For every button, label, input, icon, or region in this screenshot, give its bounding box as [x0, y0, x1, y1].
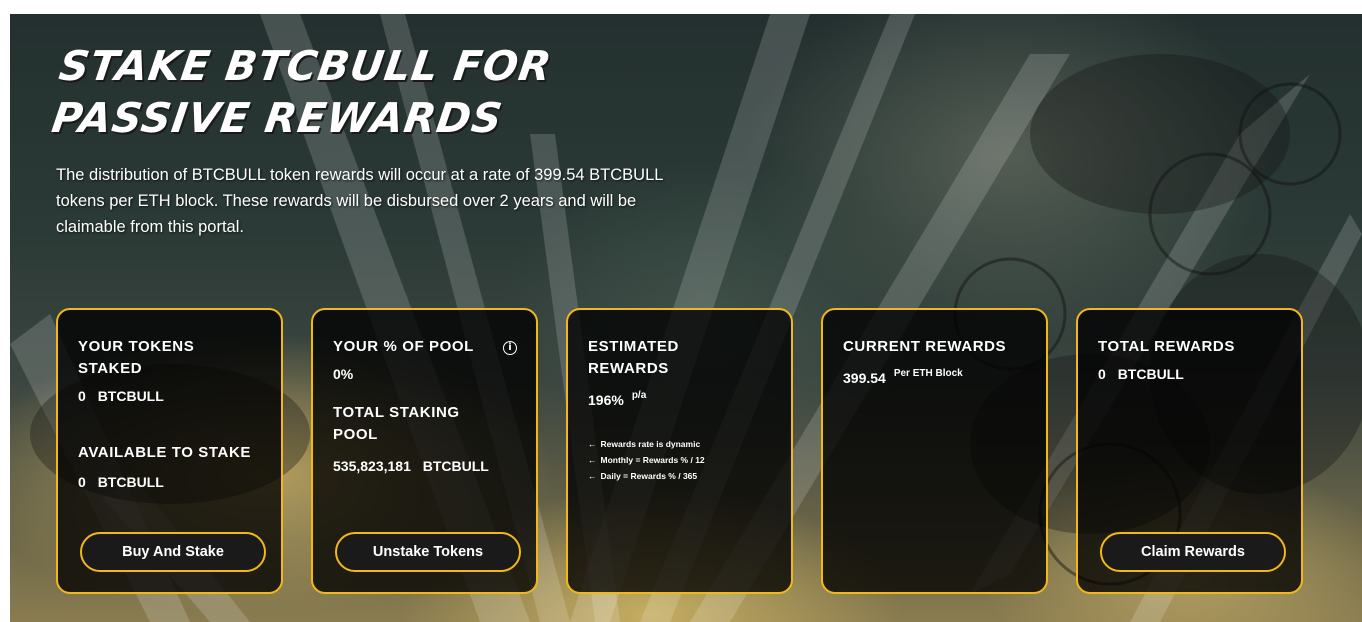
buy-and-stake-button[interactable]: Buy And Stake: [80, 532, 266, 572]
total-staking-pool-value: 535,823,181 BTCBULL: [333, 456, 489, 476]
tokens-staked-value: 0 BTCBULL: [78, 386, 164, 406]
per-annum-suffix: p/a: [631, 390, 647, 401]
staking-hero: Stake BTCBULL for passive rewards The di…: [10, 14, 1362, 622]
rewards-note: ← Monthly = Rewards % / 12: [588, 455, 705, 465]
estimated-rewards-value: 196% p/a: [588, 390, 646, 413]
info-icon[interactable]: i: [503, 341, 517, 355]
total-rewards-value: 0 BTCBULL: [1098, 364, 1184, 384]
total-staking-pool-label: TOTAL STAKING POOL: [333, 404, 460, 443]
available-to-stake-value: 0 BTCBULL: [78, 472, 164, 492]
arrow-left-icon: ←: [588, 439, 597, 449]
per-eth-block-suffix: Per ETH Block: [893, 368, 963, 379]
estimated-rewards-label: ESTIMATED REWARDS: [588, 338, 679, 377]
current-rewards-card: CURRENT REWARDS 399.54 Per ETH Block: [821, 308, 1048, 594]
tokens-staked-label: YOUR TOKENS STAKED: [78, 338, 195, 377]
current-rewards-amount: 399.54: [843, 370, 886, 386]
total-staking-pool-unit: BTCBULL: [422, 458, 489, 474]
available-to-stake-label: AVAILABLE TO STAKE: [78, 444, 252, 461]
total-rewards-amount: 0: [1098, 366, 1106, 382]
available-to-stake-unit: BTCBULL: [97, 474, 164, 490]
rewards-description: The distribution of BTCBULL token reward…: [56, 166, 663, 236]
claim-rewards-button[interactable]: Claim Rewards: [1100, 532, 1286, 572]
rewards-notes: ← Rewards rate is dynamic ← Monthly = Rewa…: [588, 436, 705, 484]
unstake-tokens-button[interactable]: Unstake Tokens: [335, 532, 521, 572]
total-rewards-card: TOTAL REWARDS 0 BTCBULL Claim Rewards: [1076, 308, 1303, 594]
page-title: Stake BTCBULL for passive rewards: [48, 42, 555, 142]
tokens-staked-amount: 0: [78, 388, 86, 404]
arrow-left-icon: ←: [588, 471, 597, 481]
rewards-note: ← Daily = Rewards % / 365: [588, 471, 698, 481]
pool-share-card: YOUR % OF POOL i 0% TOTAL STAKING POOL 5…: [311, 308, 538, 594]
pool-share-label: YOUR % OF POOL: [333, 338, 474, 355]
rewards-note: ← Rewards rate is dynamic: [588, 439, 701, 449]
total-rewards-label: TOTAL REWARDS: [1098, 338, 1235, 355]
available-to-stake-amount: 0: [78, 474, 86, 490]
estimated-rewards-card: ESTIMATED REWARDS 196% p/a ← Rewards rate …: [566, 308, 793, 594]
arrow-left-icon: ←: [588, 455, 597, 465]
total-staking-pool-amount: 535,823,181: [333, 458, 411, 474]
tokens-staked-card: YOUR TOKENS STAKED 0 BTCBULL AVAILABLE T…: [56, 308, 283, 594]
current-rewards-value: 399.54 Per ETH Block: [843, 368, 963, 391]
total-rewards-unit: BTCBULL: [1117, 366, 1184, 382]
estimated-rewards-percent: 196%: [588, 392, 624, 408]
current-rewards-label: CURRENT REWARDS: [843, 338, 1007, 355]
pool-share-value: 0%: [333, 366, 354, 382]
tokens-staked-unit: BTCBULL: [97, 388, 164, 404]
